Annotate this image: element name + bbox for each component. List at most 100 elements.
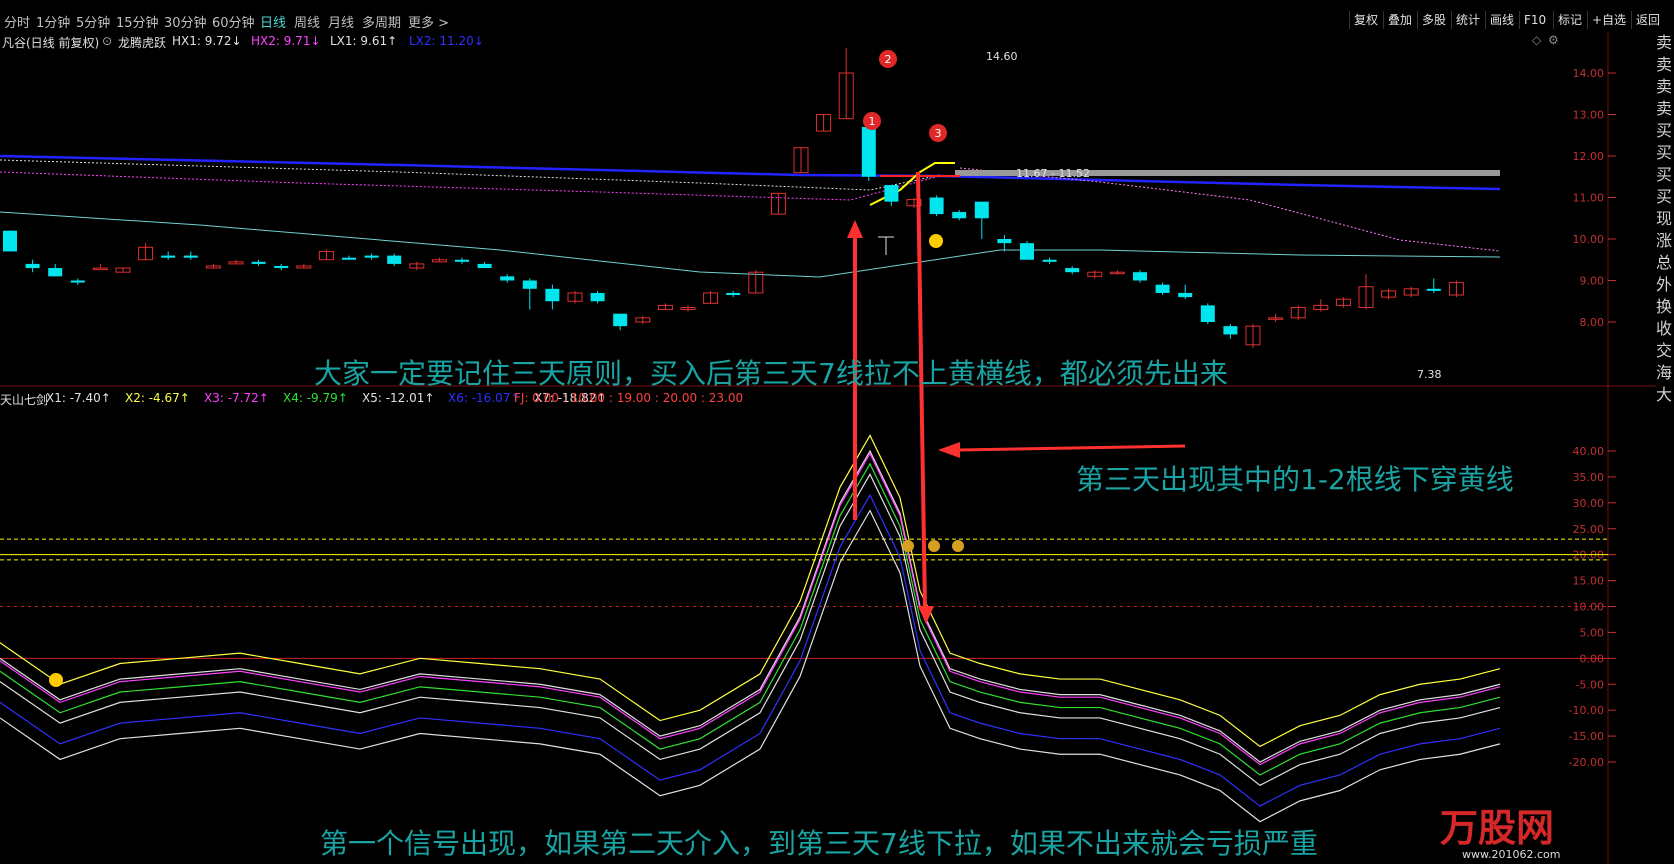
candle-body-down — [70, 280, 85, 283]
price-tick-label: 10.00 — [1573, 233, 1605, 246]
sub-line-x6 — [0, 493, 1501, 807]
candle-body-down — [364, 255, 379, 258]
right-sidebar: 卖卖卖卖买买买买现涨总外换收交海大 — [1656, 32, 1674, 864]
indicator-value-2: X3: -7.72↑ — [204, 391, 269, 405]
candle-body-down — [3, 230, 17, 252]
sidebar-char: 买 — [1656, 121, 1673, 140]
indicator-value-4: X5: -12.01↑ — [362, 391, 435, 405]
candle-body-down — [929, 197, 944, 215]
money-bag-icon — [952, 540, 964, 552]
price-tick-label: 9.00 — [1580, 275, 1605, 288]
candle-body-down — [1065, 268, 1080, 273]
candle-body-down — [884, 185, 899, 202]
sidebar-char: 换 — [1656, 297, 1673, 316]
sidebar-labels: 卖卖卖卖买买买买现涨总外换收交海大 — [1656, 32, 1674, 406]
sidebar-char: 买 — [1656, 187, 1673, 206]
sub-tick-label: 35.00 — [1573, 471, 1605, 484]
high-price-label: 14.60 — [986, 50, 1018, 63]
marker-circle-label: 1 — [869, 115, 876, 128]
smiley-icon — [929, 234, 943, 248]
watermark-logo: 万股网 — [1440, 808, 1555, 850]
marker-circle-label: 3 — [935, 127, 942, 140]
candle-body-down — [455, 259, 469, 262]
arrow-left-shaft — [957, 444, 1186, 452]
sidebar-char: 买 — [1656, 143, 1673, 162]
watermark-url: www.201062.com — [1462, 848, 1561, 861]
candle-body-down — [1020, 243, 1034, 260]
candle-body-down — [726, 292, 741, 296]
sidebar-char: 收 — [1656, 319, 1673, 338]
indicator-value-1: X2: -4.67↑ — [125, 391, 190, 405]
sidebar-char: 大 — [1656, 385, 1673, 404]
candle-body-up — [92, 267, 108, 271]
indicator-value-5: X6: -16.07↑ — [448, 391, 521, 405]
sub-indicator-name[interactable]: 天山七剑 — [0, 391, 48, 408]
sub-tick-label: -20.00 — [1569, 756, 1604, 769]
sub-tick-label: 25.00 — [1573, 523, 1605, 536]
sidebar-char: 现 — [1656, 209, 1673, 228]
candle-body-down — [861, 126, 876, 177]
arrow-left-head — [938, 442, 960, 458]
money-bag-icon — [902, 540, 914, 552]
indicator-value-0: X1: -7.40↑ — [46, 391, 111, 405]
sidebar-char: 卖 — [1656, 99, 1673, 118]
candle-body-down — [48, 268, 63, 277]
candle-body-down — [545, 288, 560, 302]
candle-body-down — [1200, 305, 1215, 322]
sidebar-char: 卖 — [1656, 33, 1673, 52]
sub-tick-label: -5.00 — [1576, 678, 1604, 691]
indicator-value-3: X4: -9.79↑ — [283, 391, 348, 405]
sidebar-char: 海 — [1656, 363, 1673, 382]
sidebar-char: 外 — [1656, 275, 1673, 294]
price-range-label: 11.67 - 11.52 — [1016, 167, 1090, 180]
annotation-bottom: 第一个信号出现，如果第二天介入，到第三天7线下拉，如果不出来就会亏损严重 — [320, 827, 1318, 860]
sub-line-x4 — [0, 462, 1501, 776]
candle-body-down — [613, 313, 628, 327]
candle-body-down — [522, 280, 537, 289]
sidebar-char: 卖 — [1656, 55, 1673, 74]
price-tick-label: 12.00 — [1573, 150, 1605, 163]
annotation-top: 大家一定要记住三天原则，买入后第三天7线拉不上黄横线，都必须先出来 — [314, 357, 1228, 390]
candle-body-down — [342, 257, 356, 260]
sub-tick-label: -10.00 — [1569, 704, 1604, 717]
ma-magenta-right — [959, 167, 1501, 252]
sub-tick-label: 40.00 — [1573, 445, 1605, 458]
smiley-icon — [49, 673, 63, 687]
candle-body-down — [183, 255, 198, 258]
candle-body-down — [997, 239, 1012, 244]
candle-body-down — [1426, 288, 1441, 291]
candle-body-down — [477, 263, 492, 269]
sub-tick-label: 5.00 — [1580, 626, 1605, 639]
price-tick-label: 13.00 — [1573, 109, 1605, 122]
price-tick-label: 8.00 — [1580, 316, 1605, 329]
fj-text: FJ: 0.00 : 10.00 : 19.00 : 20.00 : 23.00 — [514, 391, 744, 405]
candle-body-down — [974, 201, 989, 219]
sub-tick-label: 30.00 — [1573, 497, 1605, 510]
candle-body-down — [387, 255, 402, 264]
candle-body-down — [952, 212, 967, 219]
price-tick-label: 14.00 — [1573, 67, 1605, 80]
candle-body-down — [1178, 292, 1193, 298]
fj-values: FJ: 0.00 : 10.00 : 19.00 : 20.00 : 23.00 — [514, 391, 743, 405]
candle-body-down — [161, 255, 176, 258]
candle-body-down — [251, 261, 266, 264]
low-price-label: 7.38 — [1417, 368, 1442, 381]
candle-body-down — [25, 263, 40, 269]
annotation-middle: 第三天出现其中的1-2根线下穿黄线 — [1076, 463, 1514, 496]
candle-body-down — [590, 292, 605, 302]
sub-line-x7 — [0, 509, 1501, 823]
sidebar-char: 卖 — [1656, 77, 1673, 96]
price-tick-label: 11.00 — [1573, 192, 1605, 205]
kline-chart[interactable]: 14.0013.0012.0011.0010.009.008.0040.0035… — [0, 0, 1674, 864]
sidebar-char: 涨 — [1656, 231, 1673, 250]
sidebar-char: 总 — [1656, 253, 1673, 272]
candle-body-down — [1133, 272, 1147, 281]
sidebar-char: 买 — [1656, 165, 1673, 184]
sidebar-char: 交 — [1656, 341, 1673, 360]
candle-body-down — [1155, 284, 1170, 293]
sub-tick-label: -15.00 — [1569, 730, 1604, 743]
candle-body-down — [274, 265, 289, 269]
candle-body-down — [500, 276, 515, 281]
arrow-up-head — [847, 220, 863, 238]
sub-tick-label: 15.00 — [1573, 575, 1605, 588]
